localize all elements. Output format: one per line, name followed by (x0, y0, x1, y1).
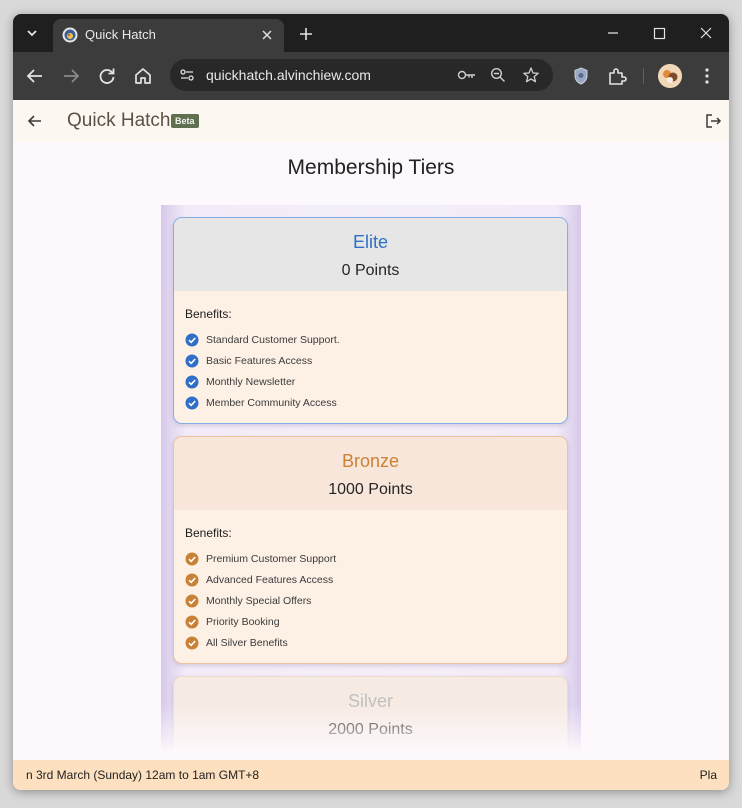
browser-toolbar: quickhatch.alvinchiew.com (13, 52, 729, 100)
app-title: Quick Hatch (67, 110, 171, 131)
zoom-out-icon[interactable] (490, 67, 506, 83)
active-tab[interactable]: Quick Hatch (53, 19, 284, 52)
bookmark-star-icon[interactable] (522, 66, 540, 84)
banner-text: n 3rd March (Sunday) 12am to 1am GMT+8 (26, 768, 260, 782)
tier-points: 1000 Points (328, 481, 413, 498)
app-bar: Quick Hatch Beta (13, 100, 729, 142)
tier-name: Silver (347, 691, 393, 711)
tiers-list[interactable]: Elite 0 Points Benefits: Standard Custom… (161, 205, 581, 750)
beta-badge: Beta (171, 114, 199, 128)
back-arrow-icon[interactable] (23, 64, 47, 88)
benefits-label: Benefits: (185, 526, 232, 540)
benefit-text: Standard Customer Support. (206, 334, 340, 346)
app-back-arrow-icon[interactable] (23, 109, 47, 133)
password-key-icon[interactable] (457, 67, 477, 83)
tier-card-header: Silver 2000 Points (174, 677, 567, 750)
minimize-icon[interactable] (590, 14, 636, 52)
tab-title: Quick Hatch (85, 27, 156, 42)
benefit-text: Monthly Special Offers (206, 595, 312, 607)
check-circle-icon (185, 396, 199, 410)
tab-search-chevron-icon[interactable] (21, 22, 43, 44)
reload-icon[interactable] (95, 64, 119, 88)
check-circle-icon (185, 552, 199, 566)
check-circle-icon (185, 615, 199, 629)
tier-card-elite[interactable]: Elite 0 Points Benefits: Standard Custom… (173, 217, 568, 424)
benefit-text: All Silver Benefits (206, 637, 288, 649)
home-icon[interactable] (131, 64, 155, 88)
extensions-puzzle-icon[interactable] (605, 64, 629, 88)
logout-icon[interactable] (703, 111, 723, 131)
benefit-text: Monthly Newsletter (206, 376, 296, 388)
tier-card-bronze[interactable]: Bronze 1000 Points Benefits: Premium Cus… (173, 436, 568, 664)
toolbar-separator (643, 68, 644, 84)
address-bar[interactable]: quickhatch.alvinchiew.com (170, 59, 553, 91)
tab-close-icon[interactable] (258, 26, 276, 44)
maximize-icon[interactable] (636, 14, 682, 52)
web-page: Quick Hatch Beta Membership Tiers Elite … (13, 100, 729, 790)
browser-menu-kebab-icon[interactable] (695, 64, 719, 88)
browser-window: Quick Hatch quickhatch.alvinchiew.com Qu… (13, 14, 729, 790)
site-settings-icon[interactable] (179, 67, 195, 83)
check-circle-icon (185, 333, 199, 347)
tier-card-silver[interactable]: Silver 2000 Points (173, 676, 568, 750)
banner-right-text: Pla (699, 768, 717, 782)
tier-card-header: Bronze 1000 Points (174, 437, 567, 510)
benefit-text: Basic Features Access (206, 355, 313, 367)
benefit-text: Priority Booking (206, 616, 280, 628)
quick-hatch-favicon-icon (62, 27, 78, 43)
benefit-text: Member Community Access (206, 397, 337, 409)
close-window-icon[interactable] (683, 14, 729, 52)
check-circle-icon (185, 573, 199, 587)
announcement-banner: n 3rd March (Sunday) 12am to 1am GMT+8 P… (13, 760, 729, 790)
check-circle-icon (185, 594, 199, 608)
new-tab-plus-icon[interactable] (295, 23, 317, 45)
profile-avatar[interactable] (658, 64, 682, 88)
tier-name: Bronze (341, 451, 400, 471)
check-circle-icon (185, 375, 199, 389)
shield-extension-icon[interactable] (569, 64, 593, 88)
benefit-text: Advanced Features Access (206, 574, 334, 586)
tier-points: 0 Points (341, 262, 400, 279)
tab-strip: Quick Hatch (13, 14, 729, 52)
page-title: Membership Tiers (287, 156, 455, 179)
tier-name: Elite (352, 232, 388, 252)
url-text: quickhatch.alvinchiew.com (206, 67, 371, 83)
tier-card-header: Elite 0 Points (174, 218, 567, 291)
check-circle-icon (185, 354, 199, 368)
benefits-label: Benefits: (185, 307, 232, 321)
tier-points: 2000 Points (328, 721, 413, 738)
check-circle-icon (185, 636, 199, 650)
benefit-text: Premium Customer Support (206, 553, 337, 565)
forward-arrow-icon[interactable] (59, 64, 83, 88)
